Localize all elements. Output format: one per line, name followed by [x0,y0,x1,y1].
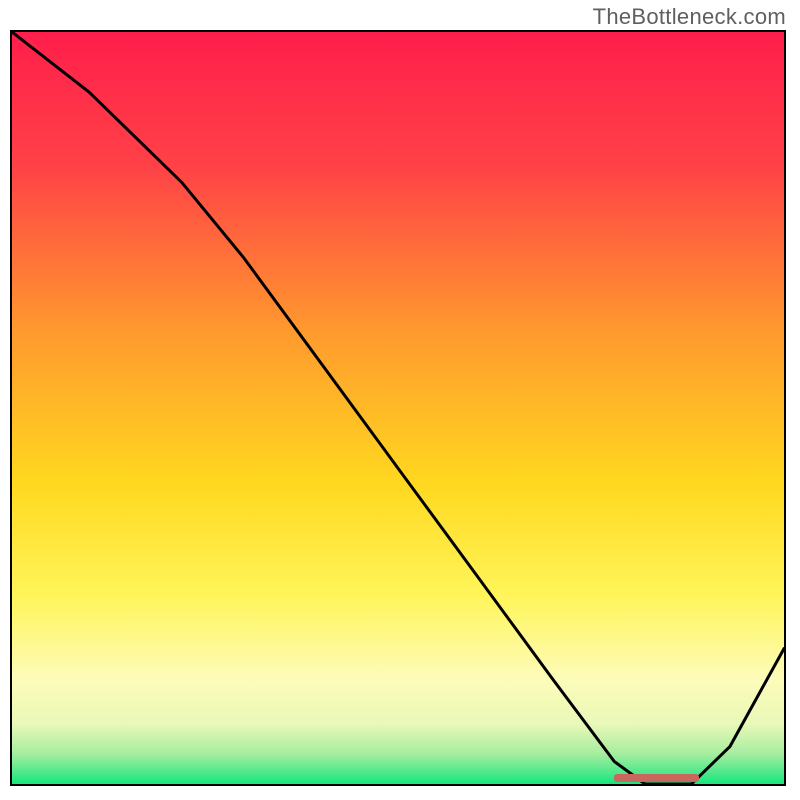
plot-area [10,30,786,786]
bottleneck-curve [12,32,784,784]
chart-frame: TheBottleneck.com [0,0,800,800]
valley-marker [614,774,699,782]
curve-layer [12,32,784,784]
watermark-text: TheBottleneck.com [593,4,786,30]
